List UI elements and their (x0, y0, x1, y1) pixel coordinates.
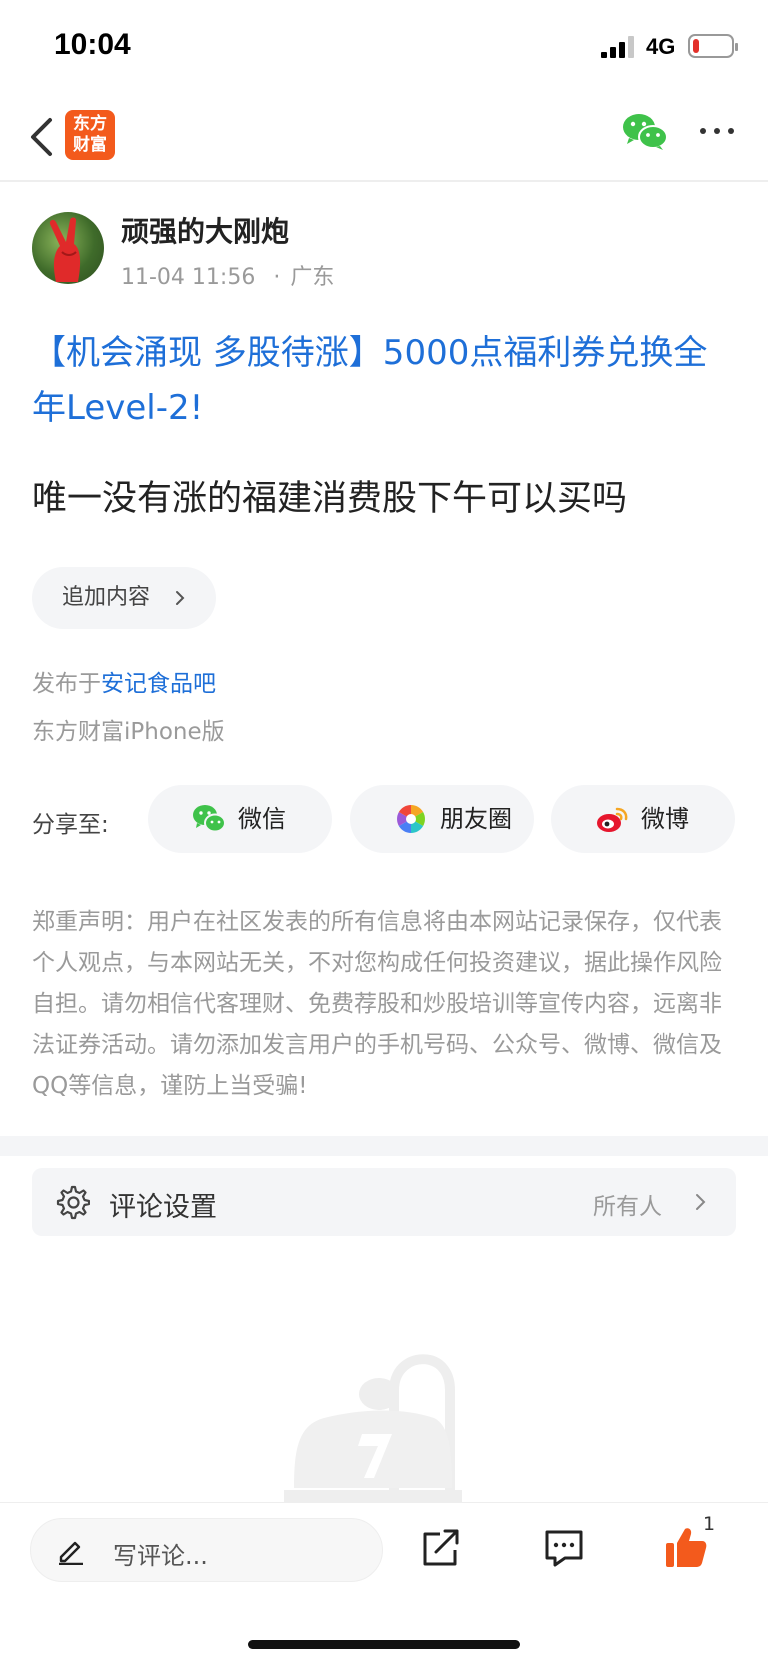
avatar-image (49, 217, 81, 282)
signal-strength-icon (601, 36, 637, 58)
comment-input[interactable]: 写评论... (30, 1518, 383, 1582)
forum-link[interactable]: 安记食品吧 (101, 671, 216, 697)
moments-icon (397, 805, 425, 833)
author-name[interactable]: 顽强的大刚炮 (121, 210, 289, 250)
disclaimer: 郑重声明：用户在社区发表的所有信息将由本网站记录保存，仅代表个人观点，与本网站无… (32, 909, 722, 1099)
post-meta: 11-04 11:56 · 广东 (121, 259, 334, 291)
share-wechat-button[interactable]: 微信 (148, 785, 332, 853)
battery-level-fill (693, 39, 699, 53)
logo-line-2: 财富 (73, 135, 107, 155)
chevron-right-icon (176, 591, 185, 605)
wechat-icon (193, 805, 226, 833)
back-button[interactable] (24, 114, 64, 160)
append-content-button[interactable]: 追加内容 (32, 567, 216, 629)
thumbs-up-icon[interactable] (664, 1525, 708, 1569)
post-body: 唯一没有涨的福建消费股下午可以买吗 (32, 479, 628, 519)
gear-icon (56, 1185, 90, 1220)
status-time: 10:04 (54, 28, 131, 61)
comment-placeholder: 写评论... (113, 1542, 208, 1570)
share-label: 分享至: (32, 812, 109, 838)
client-source: 东方财富iPhone版 (32, 719, 225, 745)
chevron-right-icon (696, 1194, 706, 1210)
weibo-icon (597, 807, 628, 832)
like-count: 1 (703, 1513, 716, 1535)
lamp-illustration (284, 1354, 462, 1503)
posted-in-prefix: 发布于 (32, 671, 101, 697)
comment-settings-label: 评论设置 (109, 1192, 217, 1223)
logo-line-1: 东方 (73, 114, 107, 134)
app-logo: 东方 财富 (65, 110, 115, 160)
comment-settings-value: 所有人 (593, 1194, 662, 1220)
chevron-left-icon (31, 118, 52, 156)
share-wechat-label: 微信 (238, 805, 286, 833)
share-moments-button[interactable]: 朋友圈 (350, 785, 534, 853)
share-weibo-button[interactable]: 微博 (551, 785, 735, 853)
battery-icon (688, 34, 738, 58)
comment-settings-row[interactable]: 评论设置 所有人 (32, 1168, 736, 1236)
home-indicator (248, 1640, 520, 1649)
share-weibo-label: 微博 (641, 805, 689, 833)
post-date: 11-04 11:56 (121, 265, 256, 290)
pen-icon (59, 1541, 83, 1565)
avatar[interactable] (32, 212, 104, 284)
network-type: 4G (646, 34, 676, 59)
post-location: 广东 (290, 265, 335, 290)
comments-icon[interactable] (543, 1528, 585, 1568)
share-out-icon[interactable] (420, 1528, 462, 1568)
share-moments-label: 朋友圈 (440, 805, 512, 833)
post-title-link[interactable]: 【机会涌现 多股待涨】5000点福利券兑换全年Level-2! (32, 326, 732, 436)
bottom-bar: 写评论... 1 (0, 1502, 768, 1663)
posted-in: 发布于安记食品吧 (32, 664, 216, 698)
nav-bar: 东方 财富 (0, 92, 768, 182)
more-button[interactable] (698, 122, 738, 138)
append-content-label: 追加内容 (62, 585, 151, 610)
empty-comments-illustration (284, 1350, 494, 1503)
status-bar: 10:04 4G (0, 0, 768, 92)
wechat-icon (623, 114, 668, 150)
meta-separator: · (273, 265, 281, 290)
section-divider (0, 1136, 768, 1156)
wechat-share-button[interactable] (622, 112, 668, 152)
